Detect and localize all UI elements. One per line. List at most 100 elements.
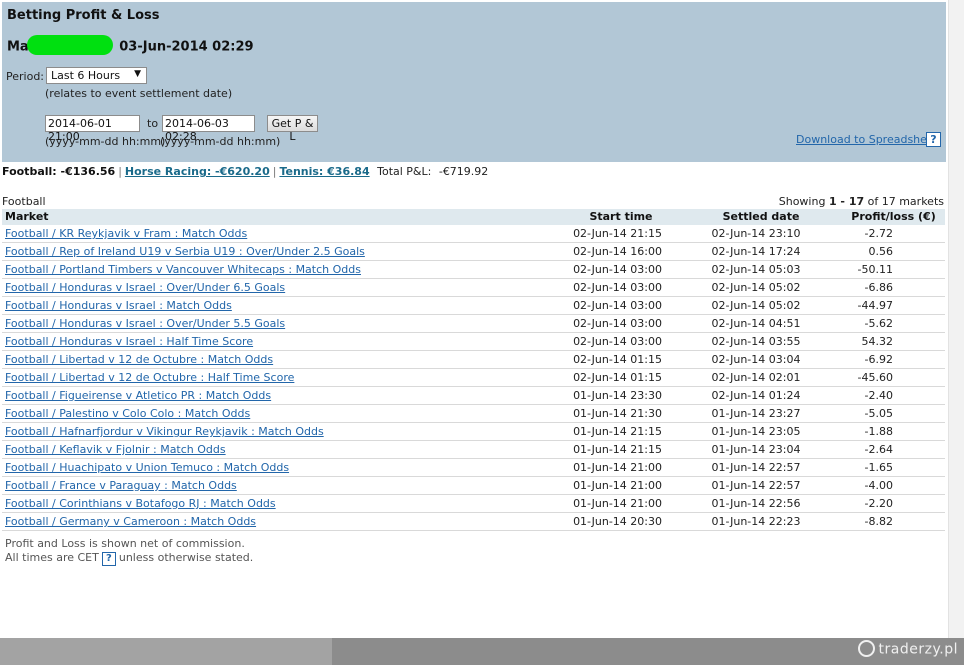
profit-loss-cell: -8.82 <box>864 515 893 528</box>
market-link[interactable]: Football / Libertad v 12 de Octubre : Ma… <box>5 353 273 366</box>
help-icon[interactable]: ? <box>926 132 941 147</box>
period-note: (relates to event settlement date) <box>45 87 233 100</box>
profit-loss-cell: -4.00 <box>864 479 893 492</box>
column-header-market: Market <box>5 210 49 223</box>
market-cell: Football / Honduras v Israel : Over/Unde… <box>2 317 542 330</box>
column-header-start-time: Start time <box>589 210 653 223</box>
market-cell: Football / Honduras v Israel : Half Time… <box>2 335 542 348</box>
showing-range: 1 - 17 <box>828 195 865 208</box>
profit-loss-cell: -5.05 <box>864 407 893 420</box>
commission-note: Profit and Loss is shown net of commissi… <box>5 537 245 550</box>
market-link[interactable]: Football / Honduras v Israel : Over/Unde… <box>5 317 285 330</box>
settled-date-cell: 02-Jun-14 04:51 <box>711 317 801 330</box>
start-time-cell: 01-Jun-14 20:30 <box>573 515 662 528</box>
date-from-input[interactable]: 2014-06-01 21:00 <box>45 115 140 143</box>
tennis-link[interactable]: Tennis: €36.84 <box>279 165 369 178</box>
vertical-scrollbar[interactable] <box>948 0 964 638</box>
table-row: Football / Libertad v 12 de Octubre : Ha… <box>2 369 945 387</box>
period-label: Period: <box>6 70 45 83</box>
table-row: Football / Germany v Cameroon : Match Od… <box>2 513 945 531</box>
market-cell: Football / Germany v Cameroon : Match Od… <box>2 515 542 528</box>
market-link[interactable]: Football / Hafnarfjordur v Vikingur Reyk… <box>5 425 324 438</box>
market-link[interactable]: Football / Portland Timbers v Vancouver … <box>5 263 361 276</box>
start-time-cell: 02-Jun-14 16:00 <box>573 245 662 258</box>
market-link[interactable]: Football / Honduras v Israel : Over/Unde… <box>5 281 285 294</box>
settled-date-cell: 02-Jun-14 23:10 <box>711 227 801 240</box>
table-row: Football / France v Paraguay : Match Odd… <box>2 477 945 495</box>
period-select[interactable]: Last 6 Hours ▼ <box>46 67 147 84</box>
market-cell: Football / Portland Timbers v Vancouver … <box>2 263 542 276</box>
profit-loss-cell: -6.86 <box>864 281 893 294</box>
market-link[interactable]: Football / France v Paraguay : Match Odd… <box>5 479 237 492</box>
get-pl-button[interactable]: Get P & L <box>267 115 318 143</box>
market-link[interactable]: Football / Rep of Ireland U19 v Serbia U… <box>5 245 365 258</box>
pl-summary: Football: -€136.56 | Horse Racing: -€620.2… <box>2 165 488 178</box>
market-cell: Football / Figueirense v Atletico PR : M… <box>2 389 542 402</box>
timezone-suffix: unless otherwise stated. <box>118 551 254 564</box>
account-name: Ma <box>7 39 29 55</box>
market-cell: Football / Hafnarfjordur v Vikingur Reyk… <box>2 425 542 438</box>
settled-date-cell: 02-Jun-14 01:24 <box>711 389 801 402</box>
start-time-cell: 02-Jun-14 03:00 <box>573 281 662 294</box>
date-from-format-hint: (yyyy-mm-dd hh:mm) <box>45 135 166 148</box>
football-total: Football: -€136.56 <box>2 165 116 178</box>
footer-note: Profit and Loss is shown net of commissi… <box>5 537 253 566</box>
market-cell: Football / Honduras v Israel : Over/Unde… <box>2 281 542 294</box>
start-time-cell: 01-Jun-14 21:00 <box>573 479 662 492</box>
settled-date-cell: 02-Jun-14 05:02 <box>711 281 801 294</box>
settled-date-cell: 01-Jun-14 22:56 <box>711 497 801 510</box>
market-link[interactable]: Football / Honduras v Israel : Match Odd… <box>5 299 232 312</box>
settled-date-cell: 01-Jun-14 22:23 <box>711 515 801 528</box>
profit-loss-cell: -5.62 <box>864 317 893 330</box>
download-spreadsheet-link[interactable]: Download to Spreadsheet <box>796 133 938 146</box>
separator: | <box>272 165 277 178</box>
help-icon[interactable]: ? <box>101 552 116 566</box>
profit-loss-cell: -2.40 <box>864 389 893 402</box>
settled-date-cell: 02-Jun-14 05:02 <box>711 299 801 312</box>
horse-racing-link[interactable]: Horse Racing: -€620.20 <box>125 165 270 178</box>
market-link[interactable]: Football / KR Reykjavik v Fram : Match O… <box>5 227 247 240</box>
traderzy-logo-icon <box>857 640 875 657</box>
market-cell: Football / France v Paraguay : Match Odd… <box>2 479 542 492</box>
markets-table: Market Start time Settled date Profit/lo… <box>2 209 945 531</box>
settled-date-cell: 02-Jun-14 03:55 <box>711 335 801 348</box>
market-cell: Football / Libertad v 12 de Octubre : Ha… <box>2 371 542 384</box>
section-label: Football <box>2 195 46 208</box>
market-link[interactable]: Football / Palestino v Colo Colo : Match… <box>5 407 250 420</box>
account-line: Ma 03-Jun-2014 02:29 <box>7 35 254 57</box>
profit-loss-cell: -2.64 <box>864 443 893 456</box>
table-row: Football / Honduras v Israel : Half Time… <box>2 333 945 351</box>
start-time-cell: 02-Jun-14 03:00 <box>573 335 662 348</box>
to-label: to <box>147 117 159 130</box>
table-row: Football / Honduras v Israel : Over/Unde… <box>2 315 945 333</box>
bottom-bar-segment <box>0 638 332 665</box>
market-link[interactable]: Football / Huachipato v Union Temuco : M… <box>5 461 289 474</box>
market-link[interactable]: Football / Figueirense v Atletico PR : M… <box>5 389 271 402</box>
table-row: Football / Portland Timbers v Vancouver … <box>2 261 945 279</box>
market-link[interactable]: Football / Libertad v 12 de Octubre : Ha… <box>5 371 294 384</box>
market-cell: Football / Corinthians v Botafogo RJ : M… <box>2 497 542 510</box>
dropdown-arrow-icon: ▼ <box>134 69 141 79</box>
market-link[interactable]: Football / Corinthians v Botafogo RJ : M… <box>5 497 276 510</box>
total-value: -€719.92 <box>438 165 489 178</box>
market-link[interactable]: Football / Honduras v Israel : Half Time… <box>5 335 253 348</box>
table-row: Football / Honduras v Israel : Over/Unde… <box>2 279 945 297</box>
filter-panel: Betting Profit & Loss Ma 03-Jun-2014 02:… <box>2 2 946 162</box>
table-row: Football / Honduras v Israel : Match Odd… <box>2 297 945 315</box>
settled-date-cell: 02-Jun-14 03:04 <box>711 353 801 366</box>
table-row: Football / Keflavik v Fjolnir : Match Od… <box>2 441 945 459</box>
total-label: Total P&L: <box>377 165 432 178</box>
table-row: Football / Rep of Ireland U19 v Serbia U… <box>2 243 945 261</box>
profit-loss-cell: -1.65 <box>864 461 893 474</box>
market-link[interactable]: Football / Keflavik v Fjolnir : Match Od… <box>5 443 226 456</box>
market-cell: Football / Palestino v Colo Colo : Match… <box>2 407 542 420</box>
start-time-cell: 02-Jun-14 03:00 <box>573 317 662 330</box>
profit-loss-cell: -1.88 <box>864 425 893 438</box>
showing-count: Showing 1 - 17 of 17 markets <box>779 195 944 208</box>
market-cell: Football / Huachipato v Union Temuco : M… <box>2 461 542 474</box>
market-link[interactable]: Football / Germany v Cameroon : Match Od… <box>5 515 256 528</box>
timezone-note: All times are CET? unless otherwise state… <box>5 551 253 566</box>
date-to-input[interactable]: 2014-06-03 02:28 <box>162 115 255 143</box>
table-row: Football / Palestino v Colo Colo : Match… <box>2 405 945 423</box>
column-header-profit-loss: Profit/loss (€) <box>851 210 936 223</box>
